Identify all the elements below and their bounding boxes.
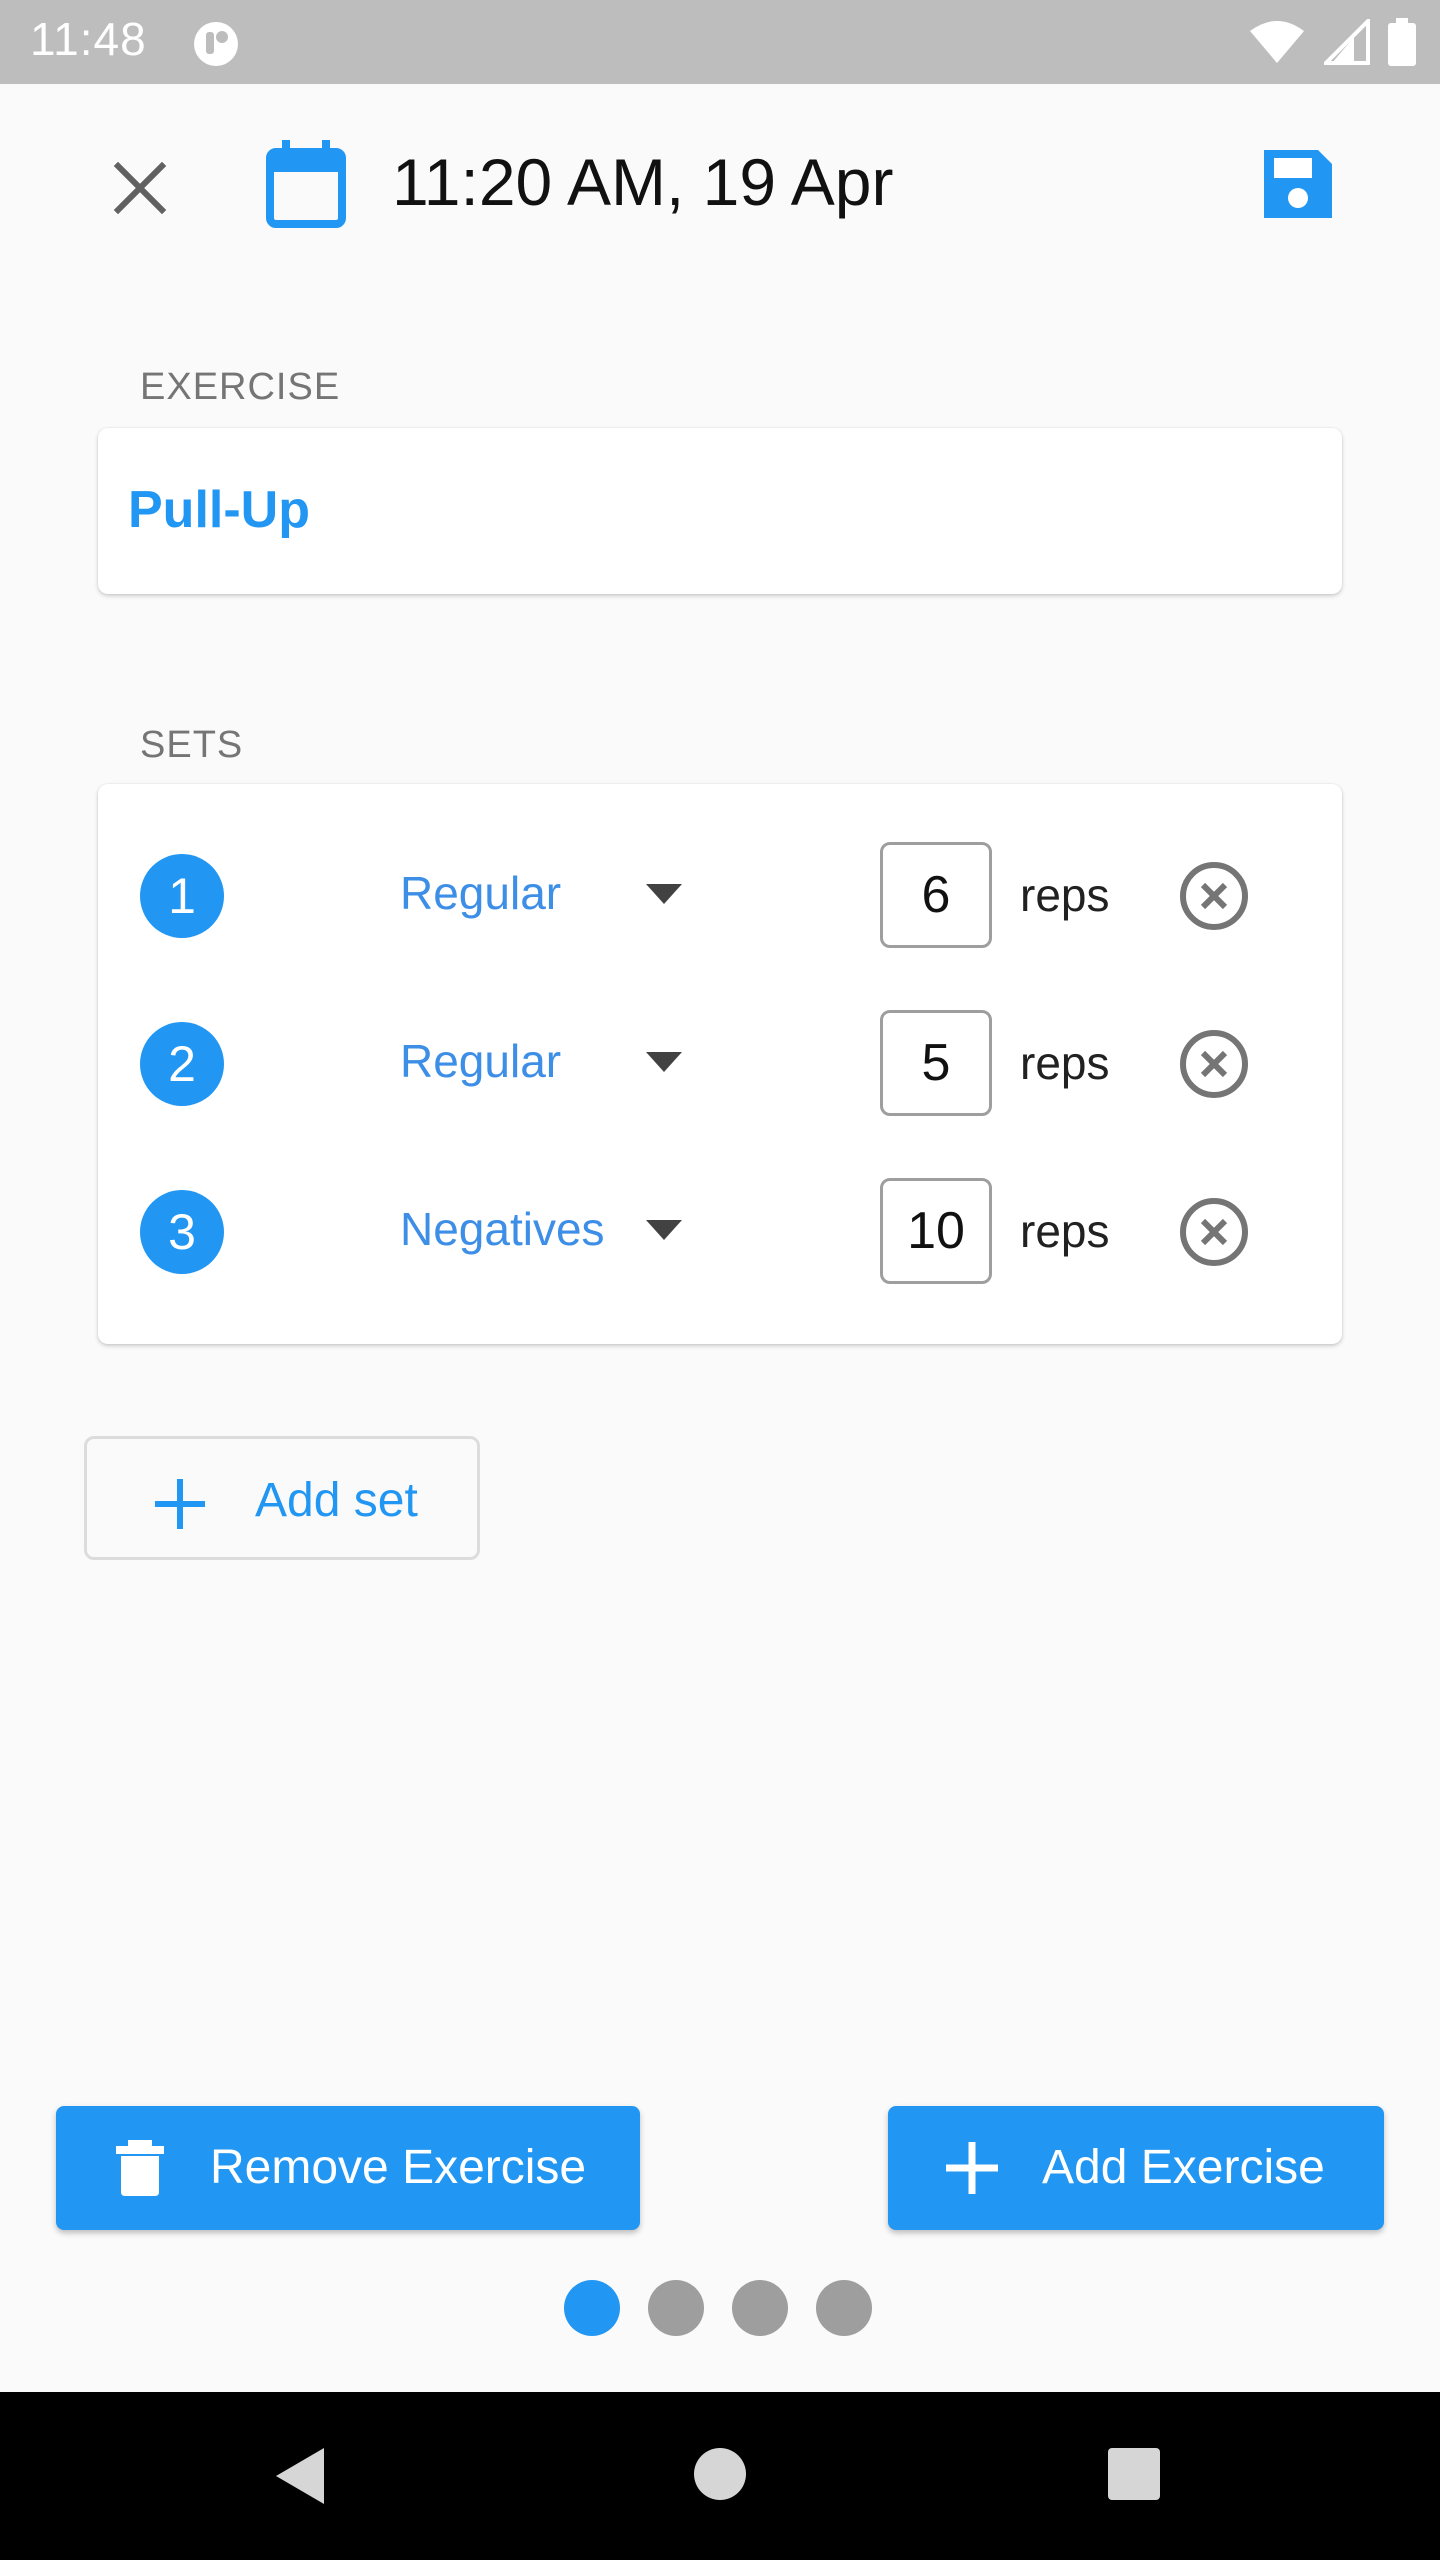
add-set-label: Add set [255,1474,418,1527]
calendar-icon[interactable] [266,140,346,228]
status-bar: 11:48 [0,0,1440,84]
recent-apps-icon[interactable] [1108,2448,1160,2500]
plus-icon [155,1479,205,1529]
set-row-1: 1 Regular 6 reps [98,836,1342,956]
chevron-down-icon[interactable] [644,880,684,908]
remove-set-icon[interactable] [1178,1028,1250,1100]
set-row-2: 2 Regular 5 reps [98,1004,1342,1124]
sets-list: 1 Regular 6 reps 2 Regular 5 reps 3 Nega… [98,784,1342,1344]
reps-unit-label: reps [1020,1037,1110,1089]
reps-unit-label: reps [1020,869,1110,921]
set-type-dropdown[interactable]: Regular [400,866,561,920]
set-row [98,1618,1342,1738]
remove-set-icon[interactable] [1178,1196,1250,1268]
back-icon[interactable] [270,2444,330,2508]
app-header: 11:20 AM, 19 Apr [0,84,1440,284]
add-set-button[interactable]: Add set [84,1436,480,1560]
page-indicator [564,2280,872,2336]
page-dot-3[interactable] [732,2280,788,2336]
status-icons [1248,18,1416,66]
signal-icon [1324,19,1370,65]
exercise-name[interactable]: Pull-Up [128,480,310,540]
plus-icon [946,2142,998,2194]
home-icon[interactable] [694,2448,746,2500]
add-exercise-label: Add Exercise [1042,2141,1325,2194]
trash-icon [116,2140,164,2196]
system-nav-bar [0,2392,1440,2560]
close-icon [113,161,167,215]
set-number-badge: 2 [140,1022,224,1106]
page-dot-4[interactable] [816,2280,872,2336]
entry-datetime-title[interactable]: 11:20 AM, 19 Apr [392,144,893,220]
set-type-dropdown[interactable]: Negatives [400,1202,605,1256]
battery-icon [1388,18,1416,66]
app-notification-icon [194,22,238,66]
page-dot-1[interactable] [564,2280,620,2336]
chevron-down-icon[interactable] [644,1048,684,1076]
add-exercise-button[interactable]: Add Exercise [888,2106,1384,2230]
reps-input[interactable]: 6 [880,842,992,948]
set-row-3: 3 Negatives 10 reps [98,1172,1342,1292]
page-dot-2[interactable] [648,2280,704,2336]
remove-exercise-label: Remove Exercise [210,2141,587,2194]
status-time: 11:48 [30,13,147,65]
reps-input[interactable]: 10 [880,1178,992,1284]
wifi-icon [1250,21,1304,63]
chevron-down-icon[interactable] [644,1216,684,1244]
set-number-badge: 3 [140,1190,224,1274]
set-type-dropdown[interactable]: Regular [400,1034,561,1088]
reps-unit-label: reps [1020,1205,1110,1257]
remove-exercise-button[interactable]: Remove Exercise [56,2106,640,2230]
exercise-card[interactable]: Pull-Up [98,428,1342,594]
remove-set-icon[interactable] [1178,860,1250,932]
exercise-section-label: EXERCISE [140,366,341,408]
set-number-badge: 1 [140,854,224,938]
sets-section-label: SETS [140,724,244,766]
close-button[interactable] [100,148,180,228]
reps-input[interactable]: 5 [880,1010,992,1116]
save-icon[interactable] [1258,144,1338,224]
